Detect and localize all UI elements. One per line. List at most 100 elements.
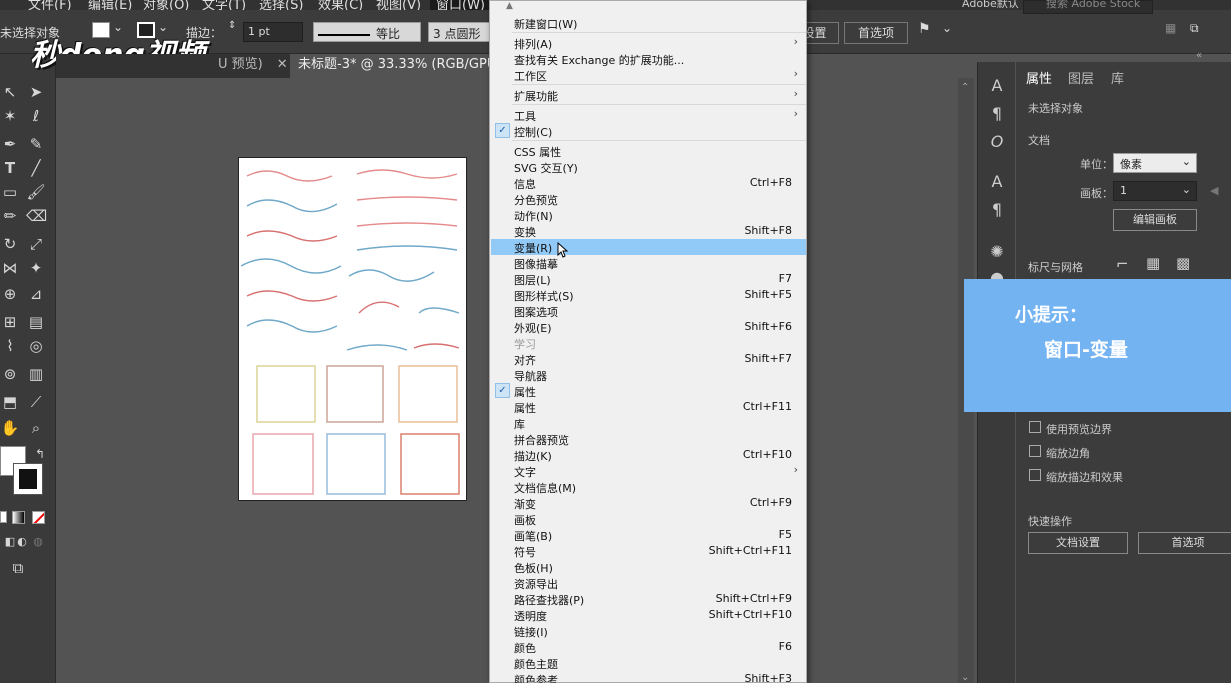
brushes-icon[interactable]: ✺ <box>987 242 1007 262</box>
selection-tool-icon[interactable]: ↖ <box>0 82 20 102</box>
menu-item[interactable]: 画笔(B) F5 <box>491 527 806 543</box>
arrange-chevron-down-icon[interactable]: ⌄ <box>942 21 952 35</box>
doc-setup-button[interactable]: 文档设置 <box>807 22 839 44</box>
menu-item[interactable]: 扩展功能 › <box>491 87 806 103</box>
menubar-item[interactable]: 视图(V) <box>376 0 421 10</box>
menu-item[interactable]: 动作(N) <box>491 207 806 223</box>
stock-search-input[interactable]: 搜索 Adobe Stock <box>1023 0 1153 14</box>
paragraph-icon[interactable]: ¶ <box>987 104 1007 124</box>
menu-item[interactable]: 变换 Shift+F8 <box>491 223 806 239</box>
type-tool-icon[interactable]: T <box>0 158 20 178</box>
tab-properties[interactable]: 属性 <box>1026 68 1052 87</box>
arrange-icon[interactable]: ⚑ <box>918 21 931 37</box>
line-tool-icon[interactable]: ╱ <box>26 158 46 178</box>
menu-item[interactable]: 外观(E) Shift+F6 <box>491 319 806 335</box>
menu-item[interactable]: 变量(R) <box>491 239 806 255</box>
perspective-grid-tool-icon[interactable]: ⊿ <box>26 284 46 304</box>
menu-item[interactable]: ✓ 控制(C) <box>491 123 806 139</box>
stroke-profile-select[interactable]: 等比 <box>313 22 421 42</box>
menu-item[interactable]: 工具 › <box>491 107 806 123</box>
shaper-tool-icon[interactable]: ✏ <box>0 206 20 226</box>
document-setup-button[interactable]: 文档设置 <box>1028 532 1128 554</box>
slice-tool-icon[interactable]: ⟋ <box>26 392 46 412</box>
tab-layers[interactable]: 图层 <box>1068 68 1094 87</box>
preferences-button[interactable]: 首选项 <box>844 22 908 44</box>
symbol-sprayer-tool-icon[interactable]: ⊚ <box>0 364 20 384</box>
scroll-up-icon[interactable]: ▲ <box>506 1 513 11</box>
menu-item[interactable]: 图形样式(S) Shift+F5 <box>491 287 806 303</box>
units-select[interactable]: 像素 ⌄ <box>1113 153 1197 173</box>
artboard[interactable] <box>238 157 467 501</box>
magic-wand-tool-icon[interactable]: ✶ <box>0 106 20 126</box>
menu-item[interactable]: 符号 Shift+Ctrl+F11 <box>491 543 806 559</box>
stroke-color-box[interactable] <box>13 463 43 495</box>
menu-item[interactable]: 透明度 Shift+Ctrl+F10 <box>491 607 806 623</box>
panel-options-icon[interactable]: ⧉ <box>1190 21 1199 36</box>
blend-tool-icon[interactable]: ◎ <box>26 336 46 356</box>
menu-item[interactable]: 颜色参考 Shift+F3 <box>491 671 806 683</box>
character-styles-icon[interactable]: A <box>987 172 1007 192</box>
gradient-mode-icon[interactable] <box>12 511 25 524</box>
eraser-tool-icon[interactable]: ⌫ <box>26 206 47 226</box>
menu-item[interactable]: 图像描摹 <box>491 255 806 271</box>
menu-item[interactable]: 渐变 Ctrl+F9 <box>491 495 806 511</box>
menu-item[interactable]: 图案选项 <box>491 303 806 319</box>
menu-item[interactable]: 资源导出 <box>491 575 806 591</box>
scale-corners-checkbox[interactable] <box>1029 445 1041 457</box>
puppet-warp-tool-icon[interactable]: ✦ <box>26 258 46 278</box>
menu-item[interactable]: 新建窗口(W) <box>491 15 806 31</box>
menu-item[interactable]: CSS 属性 <box>491 143 806 159</box>
menu-item[interactable]: 对齐 Shift+F7 <box>491 351 806 367</box>
paragraph-styles-icon[interactable]: ¶ <box>987 200 1007 220</box>
menubar-item[interactable]: 对象(O) <box>143 0 189 10</box>
tab-previous-document[interactable]: U 预览) ✕ <box>218 54 288 78</box>
menu-item[interactable]: 属性 Ctrl+F11 <box>491 399 806 415</box>
menu-item[interactable]: 查找有关 Exchange 的扩展功能... <box>491 51 806 67</box>
menubar-item[interactable]: 效果(C) <box>318 0 363 10</box>
menu-item[interactable]: 描边(K) Ctrl+F10 <box>491 447 806 463</box>
tab-libraries[interactable]: 库 <box>1111 68 1124 87</box>
menu-item[interactable]: 文字 › <box>491 463 806 479</box>
menu-item[interactable]: 颜色主题 <box>491 655 806 671</box>
menu-item[interactable]: 信息 Ctrl+F8 <box>491 175 806 191</box>
menubar-item[interactable]: 文件(F) <box>28 0 72 10</box>
grid-icon[interactable]: ▦ <box>1146 254 1160 272</box>
mesh-tool-icon[interactable]: ⊞ <box>0 312 20 332</box>
grid-icon[interactable]: ▦ <box>1165 21 1176 35</box>
menu-item[interactable]: 导航器 <box>491 367 806 383</box>
menu-item[interactable]: 文档信息(M) <box>491 479 806 495</box>
menu-item[interactable]: 路径查找器(P) Shift+Ctrl+F9 <box>491 591 806 607</box>
shape-builder-tool-icon[interactable]: ⊕ <box>0 284 20 304</box>
scroll-down-icon[interactable]: ⌄ <box>961 672 969 683</box>
hand-tool-icon[interactable]: ✋ <box>0 418 20 438</box>
menu-item[interactable]: 分色预览 <box>491 191 806 207</box>
opentype-icon[interactable]: O <box>987 132 1007 152</box>
scroll-up-icon[interactable]: ⌃ <box>961 82 969 93</box>
menu-item[interactable]: 颜色 F6 <box>491 639 806 655</box>
swap-colors-icon[interactable]: ↰ <box>30 444 50 464</box>
menu-item[interactable]: 工作区 › <box>491 67 806 83</box>
character-icon[interactable]: A <box>987 76 1007 96</box>
menu-item[interactable]: 链接(I) <box>491 623 806 639</box>
menu-item[interactable]: 画板 <box>491 511 806 527</box>
stroke-stepper-icon[interactable]: ⇕ <box>228 20 236 31</box>
tab-active-document[interactable]: 未标题-3* @ 33.33% (RGB/GPU 预览) <box>290 54 490 78</box>
menu-item[interactable]: 色板(H) <box>491 559 806 575</box>
artboard-select[interactable]: 1 ⌄ <box>1113 181 1197 201</box>
transparency-grid-icon[interactable]: ▩ <box>1176 254 1190 272</box>
rulers-icon[interactable]: ⌐ <box>1116 255 1129 273</box>
scale-tool-icon[interactable]: ⤢ <box>26 234 46 254</box>
rotate-tool-icon[interactable]: ↻ <box>0 234 20 254</box>
menubar-item[interactable]: 选择(S) <box>259 0 303 10</box>
artboard-prev-icon[interactable]: ◀ <box>1210 184 1218 197</box>
menubar-item[interactable]: 文字(T) <box>202 0 246 10</box>
use-preview-bounds-checkbox[interactable] <box>1029 421 1041 433</box>
collapse-panel-icon[interactable]: « <box>1196 50 1202 61</box>
scale-strokes-checkbox[interactable] <box>1029 469 1041 481</box>
color-mode-icon[interactable] <box>0 511 7 523</box>
preferences-button[interactable]: 首选项 <box>1138 532 1231 554</box>
menu-item[interactable]: 库 <box>491 415 806 431</box>
zoom-tool-icon[interactable]: ⌕ <box>26 418 46 438</box>
width-tool-icon[interactable]: ⋈ <box>0 258 20 278</box>
workspace-switcher[interactable]: Adobe默认 <box>962 0 1019 11</box>
